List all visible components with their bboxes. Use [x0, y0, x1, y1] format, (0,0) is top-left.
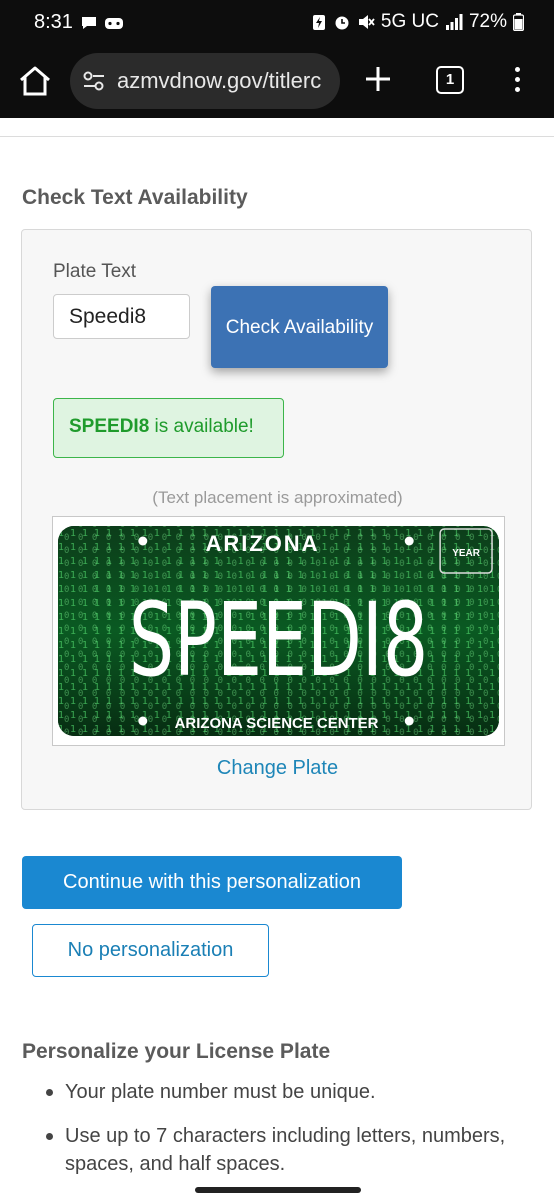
new-tab-icon[interactable]	[364, 65, 392, 93]
site-settings-icon[interactable]	[82, 70, 106, 92]
availability-plate: SPEEDI8	[69, 416, 150, 437]
chat-bubble-icon	[82, 17, 96, 29]
gesture-handle[interactable]	[195, 1187, 361, 1193]
alarm-icon	[335, 16, 349, 30]
gamepad-icon	[105, 18, 123, 29]
status-time: 8:31	[34, 11, 73, 33]
battery-icon	[513, 13, 524, 31]
mute-icon	[358, 15, 375, 29]
continue-button[interactable]: Continue with this personalization	[22, 856, 402, 909]
browser-toolbar: azmvdnow.gov/titlerc 1	[0, 48, 554, 118]
license-plate-image: 1 0 ARIZONA YEAR SPEEDI8 ARIZONA	[57, 526, 500, 736]
url-text[interactable]: azmvdnow.gov/titlerc	[117, 68, 329, 94]
list-item: Your plate number must be unique.	[46, 1078, 526, 1106]
plate-footer-text: ARIZONA SCIENCE CENTER	[175, 715, 379, 732]
plate-sticker-text: YEAR	[452, 548, 480, 559]
signal-icon	[445, 14, 463, 30]
divider	[0, 136, 554, 137]
change-plate-link[interactable]: Change Plate	[22, 757, 533, 780]
plate-state-text: ARIZONA	[206, 531, 320, 556]
status-right: 5G UC 72%	[311, 11, 524, 33]
section-title: Check Text Availability	[22, 186, 248, 209]
no-personalization-button[interactable]: No personalization	[32, 924, 269, 977]
tab-switcher-button[interactable]: 1	[436, 66, 464, 94]
plate-preview: 1 0 ARIZONA YEAR SPEEDI8 ARIZONA	[52, 516, 505, 746]
list-item: Use up to 7 characters including letters…	[46, 1122, 526, 1178]
page-content: · · · Check Text Availability Plate Text…	[0, 118, 554, 1188]
availability-card: Plate Text Check Availability SPEEDI8 is…	[21, 229, 532, 810]
clipped-text-fragment: · · ·	[22, 118, 52, 126]
availability-suffix: is available!	[149, 416, 254, 437]
status-bar: 8:31 5G UC 72%	[0, 0, 554, 48]
network-label: 5G UC	[380, 11, 439, 32]
availability-message: SPEEDI8 is available!	[53, 398, 284, 458]
rules-list: Your plate number must be unique. Use up…	[46, 1078, 526, 1188]
check-availability-button[interactable]: Check Availability	[211, 286, 388, 368]
battery-saver-icon	[312, 15, 325, 30]
battery-percent: 72%	[468, 11, 507, 32]
address-bar[interactable]: azmvdnow.gov/titlerc	[70, 53, 340, 109]
plate-text-label: Plate Text	[53, 261, 137, 282]
plate-text-input[interactable]	[53, 294, 190, 339]
approximation-note: (Text placement is approximated)	[152, 488, 403, 507]
more-menu-icon[interactable]	[510, 67, 524, 97]
plate-number-text: SPEEDI8	[129, 581, 428, 700]
personalize-title: Personalize your License Plate	[22, 1040, 331, 1063]
home-icon[interactable]	[17, 63, 53, 99]
